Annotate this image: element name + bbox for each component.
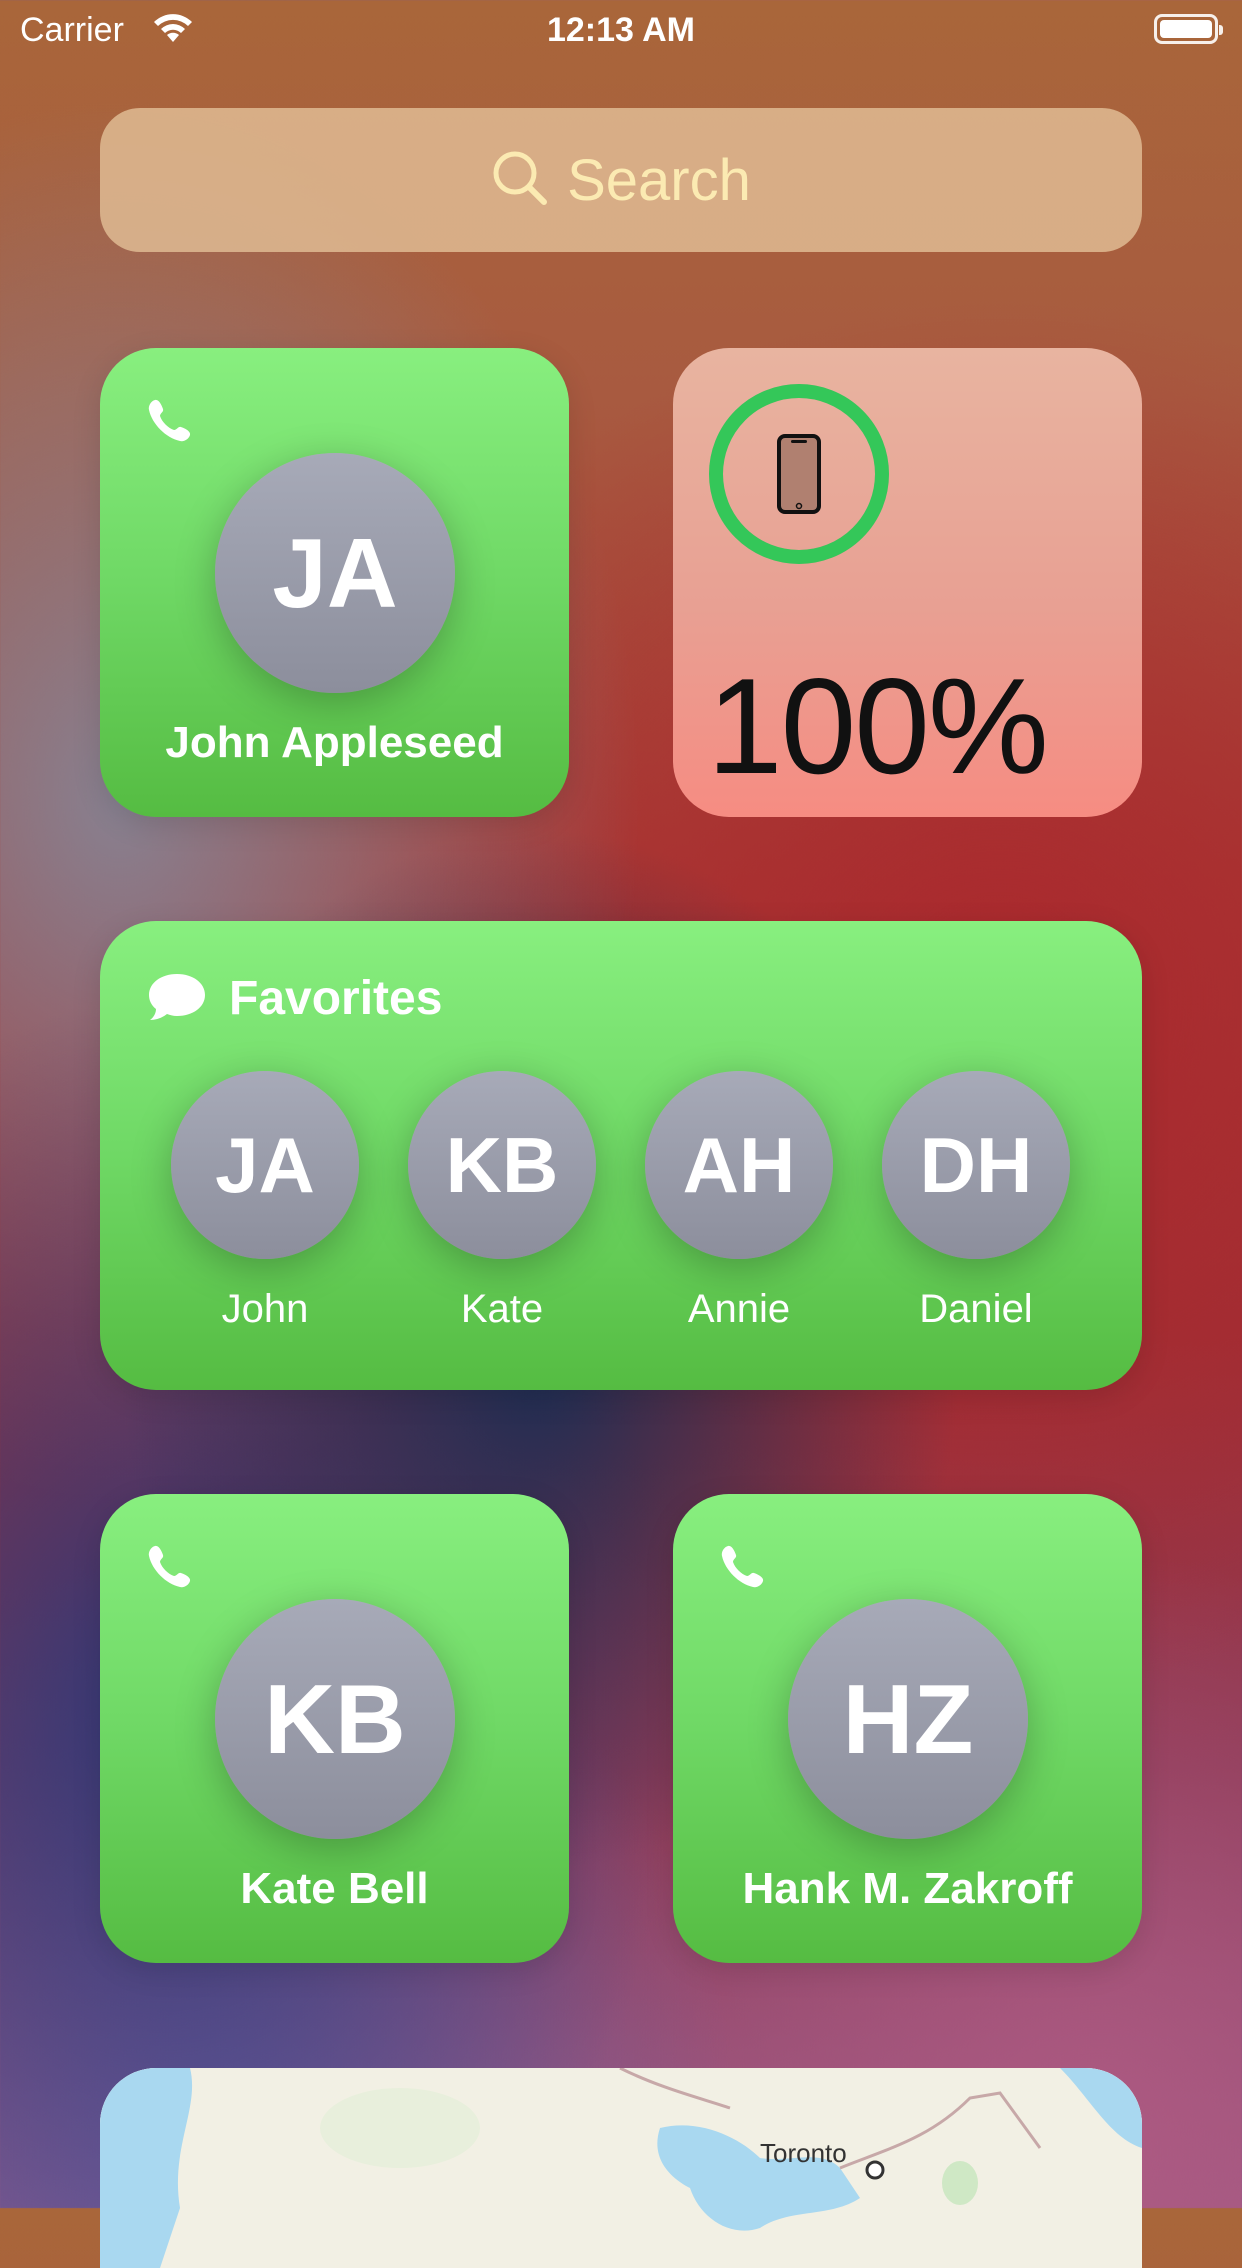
map-city-label: Toronto	[760, 2138, 847, 2168]
contact-name: Kate Bell	[240, 1864, 429, 1913]
avatar: AH	[645, 1071, 833, 1259]
contact-widget-hank-zakroff[interactable]: HZ Hank M. Zakroff	[673, 1494, 1142, 1963]
battery-percent: 100%	[707, 650, 1049, 802]
contact-widget-kate-bell[interactable]: KB Kate Bell	[100, 1494, 569, 1963]
favorites-title: Favorites	[229, 972, 443, 1025]
avatar: KB	[215, 1599, 455, 1839]
phone-icon	[719, 1542, 767, 1595]
search-placeholder: Search	[567, 147, 751, 213]
battery-ring	[707, 382, 891, 571]
contact-name: John Appleseed	[165, 718, 504, 767]
avatar: JA	[215, 453, 455, 693]
favorite-contact-daniel[interactable]: DH Daniel	[876, 1071, 1076, 1332]
favorite-contact-kate[interactable]: KB Kate	[402, 1071, 602, 1332]
avatar: HZ	[788, 1599, 1028, 1839]
favorite-name: Kate	[460, 1287, 544, 1331]
favorite-name: Daniel	[919, 1287, 1033, 1331]
status-bar: Carrier 12:13 AM	[0, 0, 1242, 62]
favorite-contact-john[interactable]: JA John	[165, 1071, 365, 1332]
phone-icon	[146, 396, 194, 449]
map-view: Toronto	[100, 2068, 1142, 2268]
avatar: JA	[171, 1071, 359, 1259]
battery-icon	[1154, 14, 1223, 44]
contact-name: Hank M. Zakroff	[742, 1864, 1073, 1913]
map-pin-icon	[865, 2160, 885, 2180]
favorite-name: Annie	[687, 1287, 791, 1331]
map-widget[interactable]: Toronto	[100, 2068, 1142, 2268]
favorite-contact-annie[interactable]: AH Annie	[639, 1071, 839, 1332]
avatar: KB	[408, 1071, 596, 1259]
contact-widget-john-appleseed[interactable]: JA John Appleseed	[100, 348, 569, 817]
search-bar[interactable]: Search	[100, 108, 1142, 252]
clock: 12:13 AM	[546, 11, 696, 49]
search-icon	[491, 149, 549, 212]
avatar: DH	[882, 1071, 1070, 1259]
favorite-name: John	[221, 1287, 309, 1331]
favorites-widget[interactable]: Favorites JA John KB Kate AH Annie DH Da…	[100, 921, 1142, 1390]
iphone-icon	[777, 434, 821, 514]
phone-icon	[146, 1542, 194, 1595]
message-bubble-icon	[146, 971, 208, 1028]
battery-widget[interactable]: 100%	[673, 348, 1142, 817]
